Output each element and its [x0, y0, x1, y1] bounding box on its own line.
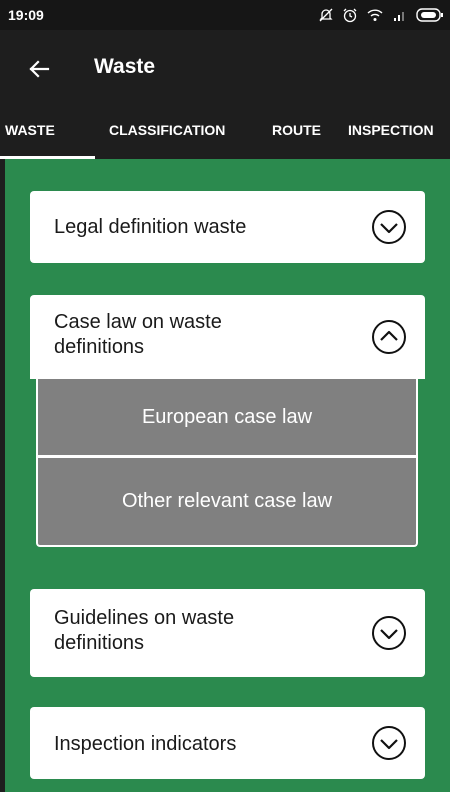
chevron-down-circle-icon[interactable] [371, 615, 407, 651]
chevron-down-circle-icon[interactable] [371, 209, 407, 245]
accordion-case-law[interactable]: Case law on waste definitions [30, 295, 425, 379]
accordion-label: Guidelines on waste definitions [54, 607, 235, 654]
accordion-inspection-indicators[interactable]: Inspection indicators [30, 707, 425, 779]
bell-off-icon [319, 8, 333, 22]
chevron-up-circle-icon[interactable] [371, 319, 407, 355]
tab-classification[interactable]: CLASSIFICATION [109, 110, 225, 158]
submenu-item-other-case-law[interactable]: Other relevant case law [38, 459, 416, 543]
wifi-icon [367, 9, 383, 21]
divider [38, 455, 416, 458]
tab-route[interactable]: ROUTE [272, 110, 321, 158]
accordion-guidelines[interactable]: Guidelines on waste definitions [30, 589, 425, 677]
status-bar: 19:09 [0, 0, 450, 30]
chevron-down-circle-icon[interactable] [371, 725, 407, 761]
page-title: Waste [94, 55, 156, 78]
alarm-icon [343, 8, 357, 23]
app-bar: Waste [0, 30, 450, 110]
battery-icon [416, 8, 443, 22]
tab-waste[interactable]: WASTE [5, 110, 55, 158]
submenu-item-european-case-law[interactable]: European case law [38, 379, 416, 455]
back-button[interactable] [22, 52, 56, 86]
status-icons [318, 6, 444, 24]
status-time: 19:09 [8, 7, 44, 23]
case-law-submenu: European case law Other relevant case la… [36, 379, 418, 547]
tab-inspection[interactable]: INSPECTION [348, 110, 434, 158]
accordion-legal-definition[interactable]: Legal definition waste [30, 191, 425, 263]
tab-bar: WASTE CLASSIFICATION ROUTE INSPECTION [0, 110, 450, 158]
accordion-label: Case law on waste definitions [54, 311, 222, 358]
signal-icon [394, 12, 404, 21]
accordion-label: Inspection indicators [54, 733, 237, 755]
content-area: Legal definition waste Case law on waste… [5, 159, 450, 792]
arrow-left-icon [29, 60, 50, 78]
accordion-label: Legal definition waste [54, 216, 247, 238]
